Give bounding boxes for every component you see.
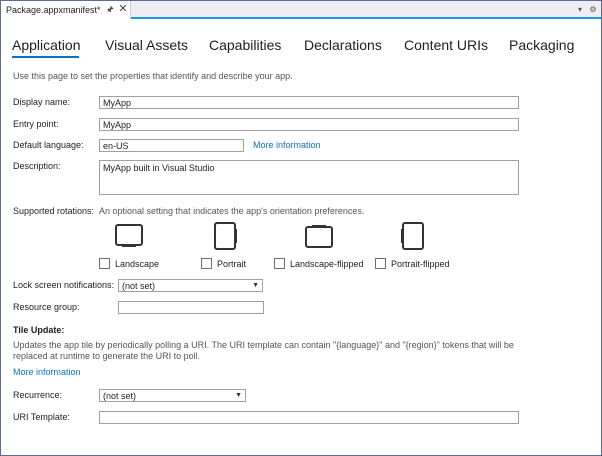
default-language-label: Default language:	[13, 140, 84, 150]
tab-capabilities[interactable]: Capabilities	[209, 35, 281, 55]
tab-visual-assets[interactable]: Visual Assets	[105, 35, 188, 55]
tab-declarations[interactable]: Declarations	[304, 35, 382, 55]
document-tab[interactable]: Package.appxmanifest* 🖈 ✕	[1, 1, 131, 19]
landscape-flipped-icon	[305, 225, 333, 248]
supported-rotations-hint: An optional setting that indicates the a…	[99, 206, 365, 216]
landscape-flipped-checkbox-label: Landscape-flipped	[290, 259, 364, 269]
landscape-checkbox[interactable]	[99, 258, 110, 269]
recurrence-label: Recurrence:	[13, 390, 63, 400]
resource-group-field[interactable]	[118, 301, 264, 314]
portrait-flipped-icon	[401, 222, 424, 250]
default-language-more-info-link[interactable]: More information	[253, 140, 321, 150]
entry-point-label: Entry point:	[13, 119, 59, 129]
chevron-down-icon: ▼	[235, 392, 242, 399]
recurrence-dropdown[interactable]: (not set) ▼	[99, 389, 246, 402]
display-name-field[interactable]: MyApp	[99, 96, 519, 109]
landscape-icon	[115, 224, 143, 247]
portrait-flipped-checkbox[interactable]	[375, 258, 386, 269]
gear-icon[interactable]: ⚙	[588, 4, 598, 15]
uri-template-field[interactable]	[99, 411, 519, 424]
lock-screen-notifications-dropdown[interactable]: (not set) ▼	[118, 279, 263, 292]
default-language-field[interactable]: en-US	[99, 139, 244, 152]
portrait-flipped-checkbox-label: Portrait-flipped	[391, 259, 450, 269]
chevron-down-icon: ▼	[252, 282, 259, 289]
description-label: Description:	[13, 161, 61, 171]
portrait-checkbox-label: Portrait	[217, 259, 247, 269]
manifest-designer-window: Package.appxmanifest* 🖈 ✕ ▾ ⚙ Applicatio…	[0, 0, 602, 456]
description-field[interactable]: MyApp built in Visual Studio	[99, 160, 519, 195]
tile-update-description: Updates the app tile by periodically pol…	[13, 340, 514, 361]
supported-rotations-label: Supported rotations:	[13, 206, 95, 216]
document-tab-title: Package.appxmanifest*	[6, 5, 101, 15]
pivot-nav: Application Visual Assets Capabilities D…	[1, 35, 601, 59]
entry-point-field[interactable]: MyApp	[99, 118, 519, 131]
landscape-checkbox-label: Landscape	[115, 259, 160, 269]
chevron-down-icon[interactable]: ▾	[575, 4, 585, 15]
lock-screen-notifications-value: (not set)	[122, 281, 156, 291]
document-tab-strip: Package.appxmanifest* 🖈 ✕ ▾ ⚙	[1, 1, 601, 19]
tab-content-uris[interactable]: Content URIs	[404, 35, 488, 55]
recurrence-value: (not set)	[103, 391, 137, 401]
landscape-flipped-checkbox[interactable]	[274, 258, 285, 269]
tile-update-title: Tile Update:	[13, 325, 65, 335]
tile-update-more-info-link[interactable]: More information	[13, 367, 81, 377]
page-intro: Use this page to set the properties that…	[13, 71, 293, 81]
portrait-checkbox[interactable]	[201, 258, 212, 269]
portrait-icon	[214, 222, 237, 250]
close-icon[interactable]: ✕	[118, 4, 128, 15]
resource-group-label: Resource group:	[13, 302, 80, 312]
uri-template-label: URI Template:	[13, 412, 70, 422]
active-tab-indicator	[12, 56, 79, 58]
pin-icon[interactable]: 🖈	[105, 4, 115, 15]
lock-screen-notifications-label: Lock screen notifications:	[13, 280, 115, 290]
tab-packaging[interactable]: Packaging	[509, 35, 574, 55]
display-name-label: Display name:	[13, 97, 71, 107]
tab-application[interactable]: Application	[12, 35, 81, 55]
